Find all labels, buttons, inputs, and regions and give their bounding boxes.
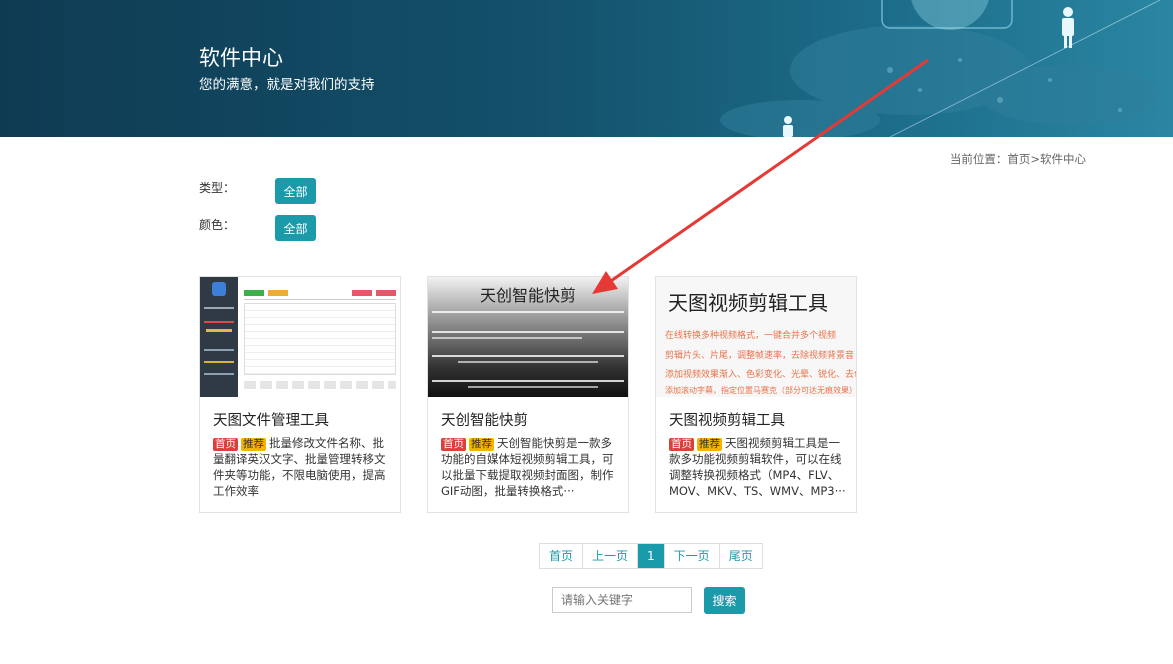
recommend-tag: 推荐 bbox=[469, 438, 494, 451]
thumbnail-line: 在线转换多种视频格式，一键合并多个视频 bbox=[665, 331, 837, 341]
card-description: 首页 推荐 批量修改文件名称、批量翻译英汉文字、批量管理转移文件夹等功能，不限电脑使… bbox=[213, 435, 391, 499]
card-description-text: 天图视频剪辑工具是一款多功能视频剪辑软件，可以在线调整转换视频格式（MP4、FL… bbox=[669, 436, 846, 498]
color-filter-all-button[interactable]: 全部 bbox=[275, 215, 316, 241]
first-page-button[interactable]: 首页 bbox=[540, 544, 584, 568]
type-filter-all-button[interactable]: 全部 bbox=[275, 178, 316, 204]
page-number-button[interactable]: 1 bbox=[638, 544, 665, 568]
prev-page-button[interactable]: 上一页 bbox=[583, 544, 639, 568]
color-filter-label: 颜色： bbox=[199, 218, 236, 232]
search-button[interactable]: 搜索 bbox=[704, 587, 745, 614]
pagination: 首页 上一页 1 下一页 尾页 bbox=[539, 543, 763, 569]
card-thumbnail[interactable]: 天图视频剪辑工具 在线转换多种视频格式，一键合并多个视频 剪辑片头、片尾，调整帧… bbox=[656, 277, 856, 397]
header-banner: 软件中心 您的满意，就是对我们的支持 bbox=[0, 0, 1173, 137]
world-map-decoration bbox=[720, 0, 1161, 137]
home-tag: 首页 bbox=[669, 438, 694, 451]
card-thumbnail[interactable] bbox=[200, 277, 400, 397]
software-card[interactable]: 天图视频剪辑工具 在线转换多种视频格式，一键合并多个视频 剪辑片头、片尾，调整帧… bbox=[655, 276, 857, 513]
card-title[interactable]: 天图文件管理工具 bbox=[213, 409, 329, 430]
last-page-button[interactable]: 尾页 bbox=[720, 544, 762, 568]
home-tag: 首页 bbox=[441, 438, 466, 451]
software-card[interactable]: 天创智能快剪 天创智能快剪 首页 推荐 天创智能快剪是一款多功能的自媒体短视频剪辑工… bbox=[427, 276, 629, 513]
breadcrumb-current: 软件中心 bbox=[1040, 152, 1086, 166]
thumbnail-heading: 天图视频剪辑工具 bbox=[668, 291, 828, 315]
thumbnail-line: 添加视频效果渐入、色彩变化、光晕、锐化、去色 bbox=[665, 370, 856, 380]
breadcrumb-home-link[interactable]: 首页 bbox=[1007, 152, 1030, 166]
card-description-text: 天创智能快剪是一款多功能的自媒体短视频剪辑工具，可以批量下载提取视频封面图，制作… bbox=[441, 436, 614, 498]
breadcrumb: 当前位置：首页>软件中心 bbox=[950, 151, 1086, 167]
card-thumbnail[interactable]: 天创智能快剪 bbox=[428, 277, 628, 397]
card-title[interactable]: 天图视频剪辑工具 bbox=[669, 409, 785, 430]
card-description-text: 批量修改文件名称、批量翻译英汉文字、批量管理转移文件夹等功能，不限电脑使用，提高… bbox=[213, 436, 386, 498]
breadcrumb-separator: > bbox=[1030, 152, 1040, 166]
recommend-tag: 推荐 bbox=[697, 438, 722, 451]
type-filter-label: 类型： bbox=[199, 181, 236, 195]
thumbnail-line: 剪辑片头、片尾，调整帧速率，去除视频背景音 bbox=[665, 351, 855, 361]
card-description: 首页 推荐 天图视频剪辑工具是一款多功能视频剪辑软件，可以在线调整转换视频格式（MP… bbox=[669, 435, 847, 499]
recommend-tag: 推荐 bbox=[241, 438, 266, 451]
page-subtitle: 您的满意，就是对我们的支持 bbox=[199, 77, 375, 93]
thumbnail-heading: 天创智能快剪 bbox=[479, 286, 576, 305]
next-page-button[interactable]: 下一页 bbox=[665, 544, 720, 568]
software-card[interactable]: 天图文件管理工具 首页 推荐 批量修改文件名称、批量翻译英汉文字、批量管理转移文件夹… bbox=[199, 276, 401, 513]
breadcrumb-prefix: 当前位置： bbox=[949, 152, 1008, 166]
card-title[interactable]: 天创智能快剪 bbox=[441, 409, 528, 430]
page-title: 软件中心 bbox=[199, 46, 283, 70]
search-input[interactable] bbox=[552, 587, 692, 613]
card-description: 首页 推荐 天创智能快剪是一款多功能的自媒体短视频剪辑工具，可以批量下载提取视频封面… bbox=[441, 435, 619, 499]
home-tag: 首页 bbox=[213, 438, 238, 451]
thumbnail-line: 添加滚动字幕，指定位置马赛克（部分可达无痕效果） bbox=[665, 386, 856, 395]
